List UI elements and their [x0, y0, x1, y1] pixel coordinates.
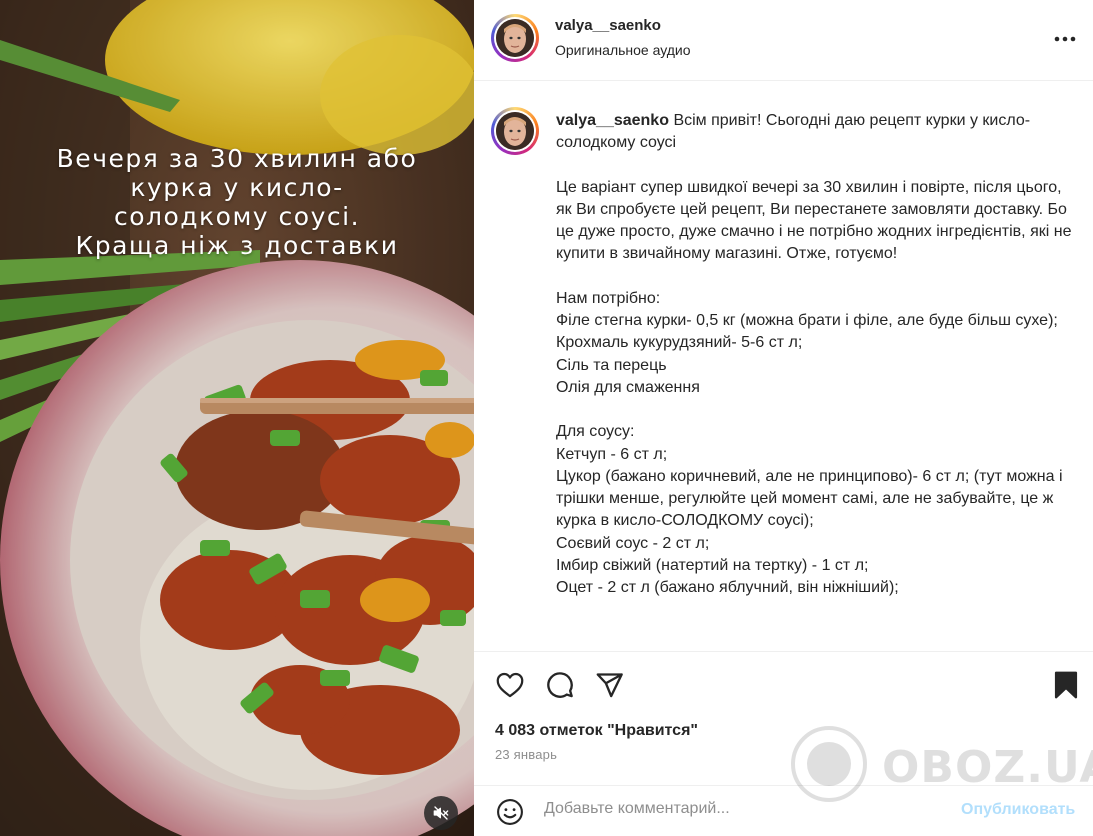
post-actions: 4 083 отметок "Нравится" 23 январь Опубл…	[474, 651, 1093, 836]
more-horizontal-icon	[1054, 36, 1076, 42]
share-icon	[596, 673, 623, 698]
caption-scroll-area[interactable]: valya__saenko Всім привіт! Сьогодні даю …	[474, 82, 1093, 651]
like-button[interactable]	[494, 669, 526, 701]
overlay-line: Краща ніж з доставки	[75, 231, 399, 260]
post-media[interactable]: Вечеря за 30 хвилин або курка у кисло- с…	[0, 0, 474, 836]
post-header: valya__saenko Оригинальное аудио	[474, 0, 1093, 81]
video-overlay-title: Вечеря за 30 хвилин або курка у кисло- с…	[0, 144, 474, 260]
mute-button[interactable]	[424, 796, 458, 830]
post-panel: valya__saenko Оригинальное аудио valya__…	[474, 0, 1093, 836]
publish-button[interactable]: Опубликовать	[961, 801, 1075, 819]
caption-text: valya__saenko Всім привіт! Сьогодні даю …	[556, 110, 1076, 600]
comment-row: Опубликовать	[474, 785, 1093, 836]
likes-count[interactable]: 4 083 отметок "Нравится"	[495, 722, 698, 740]
avatar[interactable]	[491, 14, 539, 62]
caption-username[interactable]: valya__saenko	[556, 112, 669, 129]
speaker-muted-icon	[433, 806, 449, 820]
caption-paragraph: Це варіант супер швидкої вечері за 30 хв…	[556, 178, 1072, 263]
caption-avatar[interactable]	[491, 107, 539, 155]
emoji-button[interactable]	[494, 796, 526, 828]
sauce-ingredients-list: Для соусу: Кетчуп - 6 ст л; Цукор (бажан…	[556, 423, 1063, 597]
share-button[interactable]	[594, 669, 626, 701]
post-date[interactable]: 23 январь	[495, 747, 557, 762]
overlay-line: солодкому соусі.	[113, 202, 361, 231]
bookmark-icon	[1054, 671, 1078, 699]
food-photo	[0, 0, 474, 836]
overlay-line: курка у кисло-	[130, 173, 344, 202]
more-options-button[interactable]	[1052, 26, 1078, 52]
ingredients-list: Нам потрібно: Філе стегна курки- 0,5 кг …	[556, 289, 1058, 396]
header-username[interactable]: valya__saenko	[555, 17, 661, 34]
comment-icon	[547, 672, 573, 698]
overlay-line: Вечеря за 30 хвилин або	[56, 144, 418, 173]
save-button[interactable]	[1050, 669, 1082, 701]
comment-input[interactable]	[544, 800, 944, 818]
audio-label[interactable]: Оригинальное аудио	[555, 42, 691, 58]
heart-icon	[496, 672, 524, 698]
emoji-icon	[497, 799, 523, 825]
comment-button[interactable]	[544, 669, 576, 701]
